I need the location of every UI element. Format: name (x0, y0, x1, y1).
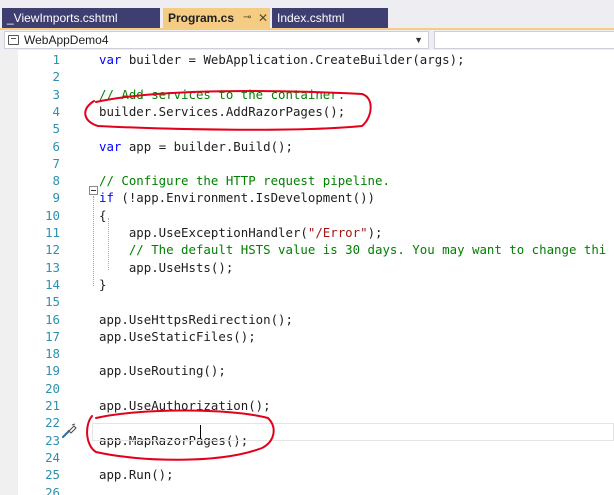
tab-viewimports[interactable]: _ViewImports.cshtml (2, 8, 160, 28)
close-icon[interactable]: ✕ (258, 8, 268, 28)
tab-label: Program.cs (168, 11, 235, 25)
type-dropdown[interactable] (434, 31, 614, 49)
navigation-bar: WebAppDemo4 ▼ (0, 30, 614, 50)
annotation-circle-maprazorpages (86, 409, 275, 461)
project-name: WebAppDemo4 (24, 33, 109, 47)
pin-icon[interactable]: ⊸ (243, 8, 251, 28)
tab-label: Index.cshtml (277, 11, 345, 25)
tab-index-cshtml[interactable]: Index.cshtml (272, 8, 388, 28)
annotation-overlay (84, 90, 372, 461)
tab-program-cs[interactable]: Program.cs ⊸ ✕ (163, 8, 270, 28)
annotation-circle-addrazorpages (84, 90, 372, 131)
code-editor[interactable]: 1 var builder = WebApplication.CreateBuil… (0, 50, 614, 495)
project-dropdown[interactable]: WebAppDemo4 ▼ (4, 31, 429, 49)
project-icon (8, 35, 19, 45)
document-tab-strip: _ViewImports.cshtml Program.cs ⊸ ✕ Index… (0, 0, 614, 30)
tab-label: _ViewImports.cshtml (7, 11, 118, 25)
chevron-down-icon[interactable]: ▼ (414, 32, 423, 48)
